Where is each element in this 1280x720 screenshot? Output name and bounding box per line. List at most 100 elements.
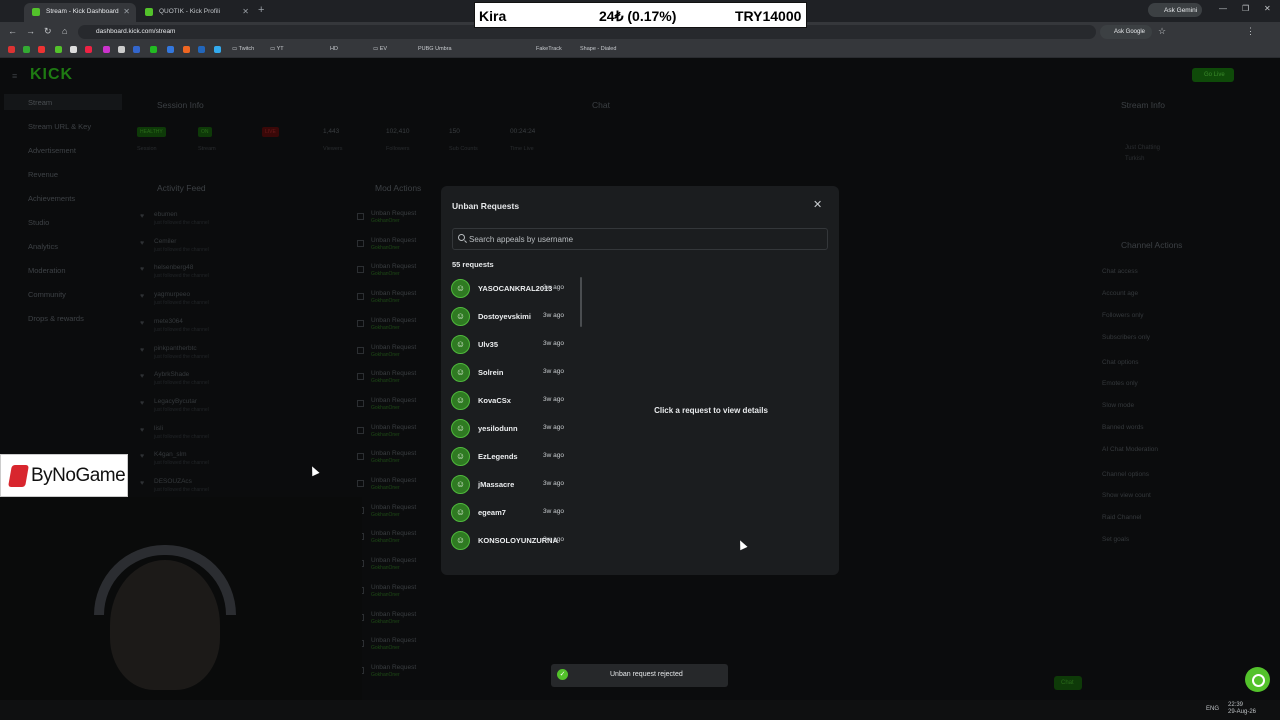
request-item[interactable]: ☺ Dostoyevskimi 3w ago (451, 304, 579, 330)
follower-name[interactable]: LegacyBycutar (154, 398, 197, 405)
language-indicator[interactable]: ENG (1206, 706, 1219, 712)
channel-action-item[interactable]: Subscribers only (1102, 334, 1150, 341)
bookmark-ev[interactable]: ▭ EV (373, 46, 387, 52)
sidebar-item-achievements[interactable]: Achievements (28, 194, 75, 203)
bookmark-faketrack[interactable]: FakeTrack (536, 46, 562, 52)
mod-action-user[interactable]: GokhanOner (371, 352, 400, 358)
bookmark-icon[interactable] (183, 46, 190, 53)
mod-action-user[interactable]: GokhanOner (371, 565, 400, 571)
linkedin-icon[interactable] (198, 46, 205, 53)
whatsapp-icon[interactable] (150, 46, 157, 53)
mod-action-user[interactable]: GokhanOner (371, 325, 400, 331)
request-item[interactable]: ☺ EzLegends 3w ago (451, 444, 579, 470)
tumblr-icon[interactable] (133, 46, 140, 53)
youtube-icon[interactable] (38, 46, 45, 53)
bookmark-icon[interactable] (70, 46, 77, 53)
reload-icon[interactable]: ↻ (44, 26, 52, 37)
follower-name[interactable]: Cemiler (154, 238, 176, 245)
tab-quotik-profile[interactable]: QUOTIK - Kick Profili ✕ (137, 3, 255, 22)
home-icon[interactable]: ⌂ (62, 26, 67, 36)
channel-action-item[interactable]: Set goals (1102, 536, 1129, 543)
mod-action-user[interactable]: GokhanOner (371, 245, 400, 251)
search-appeals-input[interactable] (452, 228, 828, 250)
mod-action-user[interactable]: GokhanOner (371, 512, 400, 518)
mod-action-user[interactable]: GokhanOner (371, 619, 400, 625)
bookmark-pubg-umbra[interactable]: PUBG Umbra (418, 46, 452, 52)
forward-icon[interactable]: → (26, 26, 35, 36)
ask-google-button[interactable]: Ask Google (1100, 25, 1152, 39)
x-icon[interactable] (118, 46, 125, 53)
request-item[interactable]: ☺ jMassacre 3w ago (451, 472, 579, 498)
channel-action-item[interactable]: Raid Channel (1102, 514, 1141, 521)
request-item[interactable]: ☺ yesilodunn 3w ago (451, 416, 579, 442)
mod-action-user[interactable]: GokhanOner (371, 645, 400, 651)
bookmark-hd[interactable]: HD (330, 46, 338, 52)
browser-menu-icon[interactable]: ⋮ (1246, 26, 1255, 37)
mod-action-user[interactable]: GokhanOner (371, 405, 400, 411)
follower-name[interactable]: helsenberg48 (154, 264, 193, 271)
new-tab-icon[interactable]: + (258, 4, 264, 16)
clock[interactable]: 22:39 29-Aug-26 (1228, 702, 1256, 716)
menu-icon[interactable]: ≡ (12, 71, 17, 81)
sidebar-item-advertisement[interactable]: Advertisement (28, 146, 76, 155)
follower-name[interactable]: ebumen (154, 211, 178, 218)
sidebar-item-moderation[interactable]: Moderation (28, 266, 66, 275)
tab-kick-dashboard[interactable]: Stream - Kick Dashboard ✕ (24, 3, 136, 22)
close-tab-icon[interactable]: ✕ (123, 7, 130, 16)
maximize-icon[interactable]: ❐ (1242, 4, 1249, 13)
sidebar-item-stream[interactable]: Stream (4, 94, 122, 110)
follower-name[interactable]: mete3064 (154, 318, 183, 325)
close-window-icon[interactable]: ✕ (1264, 4, 1271, 13)
follower-name[interactable]: pinkpantherbtc (154, 345, 197, 352)
request-item[interactable]: ☺ KONSOLOYUNZURNA 3w ago (451, 528, 579, 554)
ask-gemini-button[interactable]: Ask Gemini (1148, 3, 1202, 17)
follower-name[interactable]: DESOUZAcs (154, 478, 192, 485)
channel-action-item[interactable]: Chat access (1102, 268, 1138, 275)
channel-action-item[interactable]: Account age (1102, 290, 1138, 297)
follower-name[interactable]: AybrkShade (154, 371, 189, 378)
channel-action-item[interactable]: Channel options (1102, 471, 1149, 478)
channel-action-item[interactable]: Show view count (1102, 492, 1151, 499)
mod-action-user[interactable]: GokhanOner (371, 271, 400, 277)
request-item[interactable]: ☺ Solrein 3w ago (451, 360, 579, 386)
requests-list[interactable]: ☺ YASOCANKRAL2013 3w ago ☺ Dostoyevskimi 3w a… (441, 274, 583, 564)
mod-action-user[interactable]: GokhanOner (371, 458, 400, 464)
bookmark-icon[interactable] (85, 46, 92, 53)
sidebar-item-drops-rewards[interactable]: Drops & rewards (28, 314, 84, 323)
mod-action-user[interactable]: GokhanOner (371, 592, 400, 598)
follower-name[interactable]: K4gan_slm (154, 451, 187, 458)
follower-name[interactable]: lisli (154, 425, 163, 432)
mod-action-user[interactable]: GokhanOner (371, 218, 400, 224)
mod-action-user[interactable]: GokhanOner (371, 672, 400, 678)
bookmark-icon[interactable] (167, 46, 174, 53)
mod-action-user[interactable]: GokhanOner (371, 432, 400, 438)
bookmark-icon[interactable] (23, 46, 30, 53)
sidebar-item-studio[interactable]: Studio (28, 218, 49, 227)
sidebar-item-revenue[interactable]: Revenue (28, 170, 58, 179)
request-item[interactable]: ☺ egeam7 3w ago (451, 500, 579, 526)
support-chat-icon[interactable] (1245, 667, 1270, 692)
kick-logo[interactable]: KICK (30, 66, 73, 84)
sidebar-item-stream-url[interactable]: Stream URL & Key (28, 122, 91, 131)
bookmark-yt[interactable]: ▭ YT (270, 46, 284, 52)
bookmark-icon[interactable] (214, 46, 221, 53)
minimize-icon[interactable]: — (1219, 4, 1227, 13)
back-icon[interactable]: ← (8, 26, 17, 36)
mod-action-user[interactable]: GokhanOner (371, 485, 400, 491)
request-item[interactable]: ☺ YASOCANKRAL2013 3w ago (451, 276, 579, 302)
mod-action-user[interactable]: GokhanOner (371, 298, 400, 304)
bookmark-star-icon[interactable]: ☆ (1158, 26, 1166, 37)
close-icon[interactable]: ✕ (813, 198, 822, 211)
go-live-button[interactable]: Go Live (1192, 68, 1234, 82)
channel-action-item[interactable]: AI Chat Moderation (1102, 446, 1158, 453)
bookmark-shape-dialed[interactable]: Shape - Dialed (580, 46, 616, 52)
gmail-icon[interactable] (8, 46, 15, 53)
chat-send-button[interactable]: Chat (1054, 676, 1082, 690)
channel-action-item[interactable]: Banned words (1102, 424, 1144, 431)
sidebar-item-community[interactable]: Community (28, 290, 66, 299)
mod-action-user[interactable]: GokhanOner (371, 378, 400, 384)
channel-action-item[interactable]: Emotes only (1102, 380, 1138, 387)
bookmark-twitch[interactable]: ▭ Twitch (232, 46, 254, 52)
requests-scrollbar[interactable] (580, 277, 582, 327)
follower-name[interactable]: yagmurpeeo (154, 291, 190, 298)
